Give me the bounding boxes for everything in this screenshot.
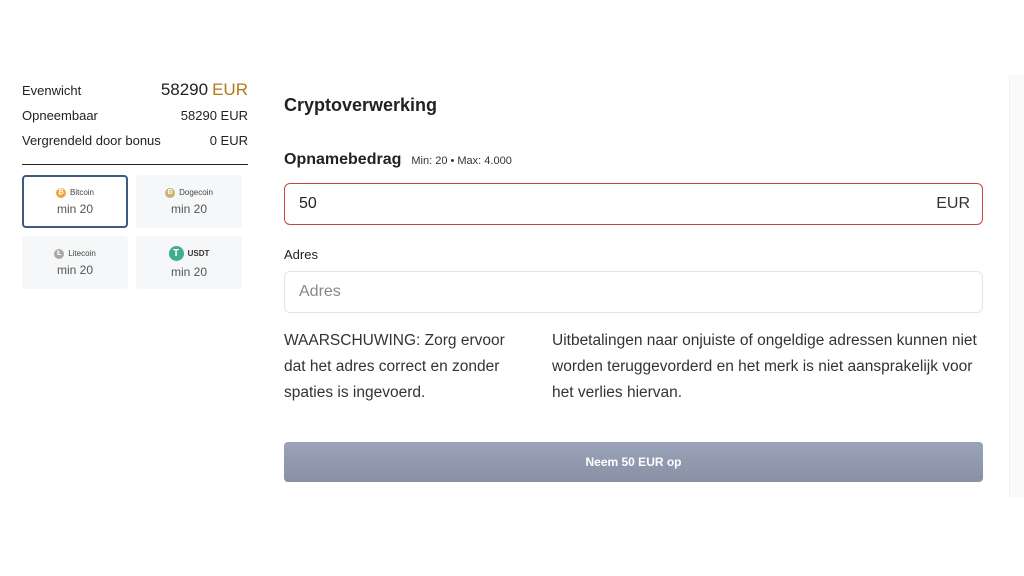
divider — [22, 164, 248, 165]
balance-panel: Evenwicht 58290 EUR Opneembaar 58290 EUR … — [22, 80, 248, 289]
warning-left: WAARSCHUWING: Zorg ervoor dat het adres … — [284, 332, 505, 401]
coin-option-usdt[interactable]: T USDT min 20 — [136, 236, 242, 289]
coin-option-dogecoin[interactable]: Ð Dogecoin min 20 — [136, 175, 242, 228]
withdrawal-form: Cryptoverwerking Opnamebedrag Min: 20 • … — [284, 95, 983, 482]
bitcoin-icon: ₿ — [55, 187, 66, 198]
balance-value: 58290 EUR — [161, 80, 248, 100]
scroll-edge — [1009, 75, 1024, 497]
amount-input[interactable] — [297, 194, 601, 214]
bonus-locked-row: Vergrendeld door bonus 0 EUR — [22, 133, 248, 158]
amount-limits: Min: 20 • Max: 4.000 — [411, 155, 512, 167]
address-field[interactable] — [284, 271, 983, 313]
withdrawable-label: Opneembaar — [22, 108, 98, 123]
withdraw-button[interactable]: Neem 50 EUR op — [284, 442, 983, 482]
coin-min: min 20 — [170, 265, 208, 279]
page-title: Cryptoverwerking — [284, 95, 438, 115]
coin-option-bitcoin[interactable]: ₿ Bitcoin min 20 — [22, 175, 128, 228]
dogecoin-icon: Ð — [165, 187, 176, 198]
coin-name: Bitcoin — [69, 188, 94, 197]
tether-icon: T — [168, 246, 184, 261]
address-label: Adres — [284, 247, 318, 262]
withdrawable-row: Opneembaar 58290 EUR — [22, 108, 248, 133]
amount-currency: EUR — [936, 195, 970, 212]
withdrawable-value: 58290 EUR — [180, 108, 248, 123]
balance-amount: 58290 — [160, 80, 209, 99]
balance-currency: EUR — [212, 80, 248, 99]
coin-min: min 20 — [56, 201, 94, 216]
coin-name: Litecoin — [68, 249, 96, 258]
balance-row: Evenwicht 58290 EUR — [22, 80, 248, 108]
warning-right: Uitbetalingen naar onjuiste of ongeldige… — [552, 332, 977, 401]
coin-selector: ₿ Bitcoin min 20 Ð Dogecoin min 20 Ł Lit… — [22, 175, 248, 289]
litecoin-icon: Ł — [54, 248, 65, 259]
amount-label-row: Opnamebedrag Min: 20 • Max: 4.000 — [284, 151, 983, 169]
coin-min: min 20 — [170, 201, 208, 216]
coin-option-litecoin[interactable]: Ł Litecoin min 20 — [22, 236, 128, 289]
bonus-locked-value: 0 EUR — [209, 133, 248, 148]
coin-name: Dogecoin — [179, 188, 213, 197]
balance-label: Evenwicht — [22, 83, 82, 98]
coin-name: USDT — [187, 249, 210, 258]
address-input[interactable] — [297, 282, 970, 302]
coin-min: min 20 — [56, 262, 94, 277]
amount-label: Opnamebedrag — [284, 151, 402, 168]
warning-text: WAARSCHUWING: Zorg ervoor dat het adres … — [284, 328, 983, 406]
bonus-locked-label: Vergrendeld door bonus — [22, 133, 161, 148]
amount-field[interactable]: EUR — [284, 183, 983, 225]
